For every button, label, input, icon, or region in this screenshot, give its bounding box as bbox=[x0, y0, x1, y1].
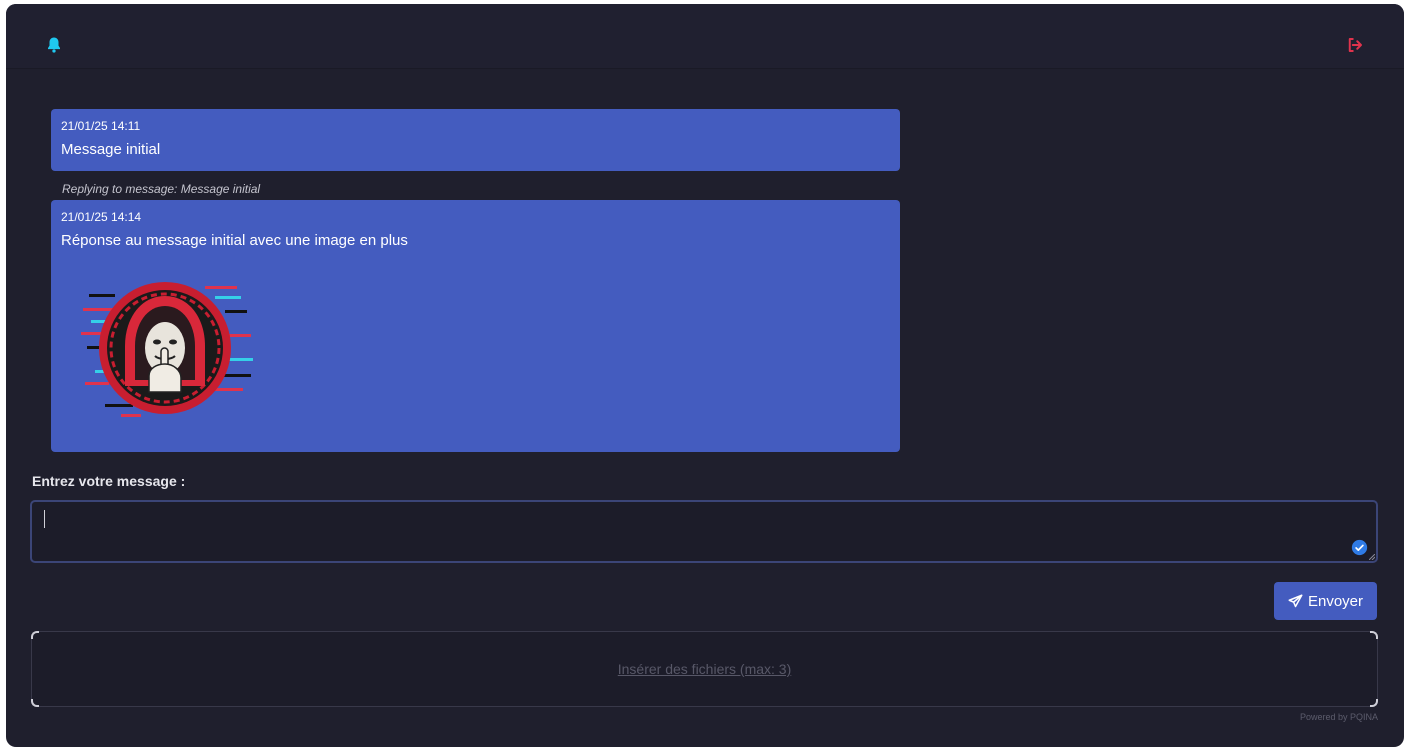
reply-reference: Replying to message: Message initial bbox=[62, 182, 261, 196]
chat-app: 21/01/25 14:11 Message initial Replying … bbox=[6, 4, 1404, 747]
send-button[interactable]: Envoyer bbox=[1274, 582, 1377, 620]
message-bubble[interactable]: 21/01/25 14:14 Réponse au message initia… bbox=[51, 200, 900, 452]
text-caret bbox=[44, 510, 45, 528]
message-bubble[interactable]: 21/01/25 14:11 Message initial bbox=[51, 109, 900, 171]
paper-plane-icon bbox=[1288, 594, 1303, 607]
dropzone-corner bbox=[31, 631, 39, 639]
message-text: Réponse au message initial avec une imag… bbox=[61, 232, 408, 249]
browse-files-link[interactable]: Insérer des fichiers (max: 3) bbox=[618, 661, 792, 677]
message-timestamp: 21/01/25 14:14 bbox=[61, 210, 142, 224]
message-input[interactable] bbox=[32, 502, 1376, 561]
logout-icon[interactable] bbox=[1346, 36, 1364, 54]
message-input-container bbox=[30, 500, 1378, 563]
check-circle-icon bbox=[1351, 539, 1368, 556]
message-timestamp: 21/01/25 14:11 bbox=[61, 119, 141, 133]
file-dropzone[interactable]: Insérer des fichiers (max: 3) bbox=[31, 631, 1378, 707]
send-button-label: Envoyer bbox=[1307, 592, 1364, 610]
dropzone-corner bbox=[31, 699, 39, 707]
message-list: 21/01/25 14:11 Message initial Replying … bbox=[51, 109, 900, 452]
attachment-image[interactable] bbox=[75, 276, 255, 426]
top-bar bbox=[6, 4, 1404, 69]
dropzone-corner bbox=[1370, 631, 1378, 639]
resize-handle-icon[interactable] bbox=[1369, 554, 1375, 560]
message-text: Message initial bbox=[61, 141, 161, 158]
powered-by-credit[interactable]: Powered by PQINA bbox=[1300, 712, 1378, 722]
message-label: Entrez votre message : bbox=[32, 473, 186, 489]
dropzone-corner bbox=[1370, 699, 1378, 707]
bell-icon[interactable] bbox=[45, 36, 63, 54]
